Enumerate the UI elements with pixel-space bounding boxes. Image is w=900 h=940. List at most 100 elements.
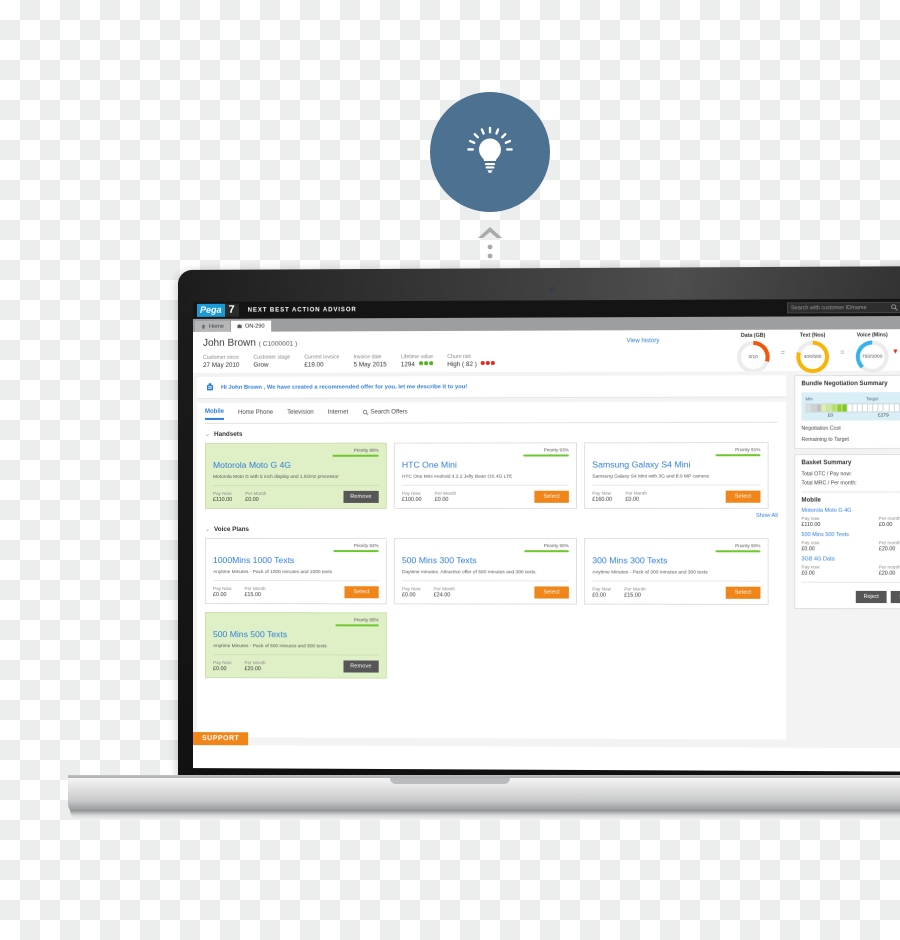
priority-indicator: Priority 96% (332, 447, 379, 457)
total-mrc-label: Total MRC / Per month: (801, 480, 857, 487)
voice-plan-cards-overflow: Priority 85% 500 Mins 500 Texts Anytime … (205, 612, 778, 680)
tab-home-phone[interactable]: Home Phone (238, 410, 273, 419)
basket-item[interactable]: 500 Mins 500 Texts Pay now £0.00 Per mon… (801, 532, 900, 552)
offer-tabs: Mobile Home Phone Television Internet Se… (205, 407, 778, 424)
priority-bar (715, 453, 761, 456)
price-label: Per month (878, 515, 900, 521)
webcam-icon (548, 286, 556, 294)
offer-title: 500 Mins 500 Texts (213, 629, 288, 640)
basket-group-title: Mobile (801, 497, 821, 504)
gauge-label: Text (Nos) (799, 332, 826, 339)
price-value: £20.00 (878, 570, 896, 577)
support-tab[interactable]: SUPPORT (192, 732, 249, 746)
fact-value: £19.00 (304, 361, 324, 369)
tab-mobile[interactable]: Mobile (205, 408, 225, 420)
chrome-tab-label: ON-290 (244, 323, 265, 330)
select-button[interactable]: Select (725, 490, 761, 503)
scale-ticks (805, 403, 900, 413)
fact-invoice-date: Invoice date 5 May 2015 (353, 354, 386, 368)
save-button[interactable]: Save (891, 590, 900, 604)
section-title: Handsets (214, 430, 243, 438)
select-button[interactable]: Select (344, 586, 379, 599)
fact-label: Invoice date (353, 354, 382, 361)
offer-description: Samsung Galaxy S4 Mini with 3G and 8.0 M… (592, 474, 761, 486)
basket-item[interactable]: 3GB 4G Data Pay now £0.00 Per month £20.… (801, 556, 900, 576)
price-value: £110.00 (213, 496, 233, 503)
offer-card[interactable]: Priority 96% Motorola Moto G 4G Motorola… (205, 442, 387, 509)
show-all-link[interactable]: Show All (205, 513, 778, 519)
reject-button[interactable]: Reject (855, 590, 887, 604)
basket-item-prices: Pay now £0.00 Per month £20.00 (801, 564, 900, 576)
chrome-tab-case[interactable]: ON-290 (230, 320, 271, 332)
pay-now-price: Pay Now £0.00 (592, 587, 611, 599)
fact-value-text: 1294 (400, 361, 415, 369)
select-button[interactable]: Select (534, 490, 569, 503)
search-input[interactable]: Search with customer ID/name (786, 301, 900, 314)
customer-id: ( C1000001 ) (258, 340, 298, 348)
priority-indicator: Priority 90% (715, 543, 761, 552)
offer-title: 300 Mins 300 Texts (592, 555, 668, 566)
offer-card[interactable]: Priority 92% 1000Mins 1000 Texts Anytime… (205, 538, 387, 605)
pay-now-price: Pay Now £0.00 (213, 586, 231, 598)
assistant-icon (206, 382, 213, 391)
scale-min-value: £0 (827, 413, 834, 419)
lightbulb-badge (430, 92, 550, 212)
priority-indicator: Priority 85% (335, 617, 379, 626)
select-button[interactable]: Select (725, 586, 761, 599)
remove-button[interactable]: Remove (343, 660, 379, 673)
logo-version: 7 (224, 303, 239, 317)
logo-text: Pega (196, 303, 225, 317)
laptop-lid: Pega 7 NEXT BEST ACTION ADVISOR Search w… (178, 265, 900, 785)
tab-internet[interactable]: Internet (328, 410, 348, 419)
basket-item-prices: Pay now £0.00 Per month £20.00 (801, 540, 900, 552)
basket-item-name[interactable]: 500 Mins 500 Texts (801, 532, 900, 538)
priority-indicator: Priority 92% (333, 543, 379, 552)
offer-card[interactable]: Priority 91% Samsung Galaxy S4 Mini Sams… (584, 442, 769, 509)
basket-item-name[interactable]: 3GB 4G Data (801, 556, 900, 562)
pay-now-price: Pay Now £0.00 (402, 586, 421, 598)
gauge-label: Data (GB) (740, 332, 766, 339)
tab-television[interactable]: Television (287, 410, 313, 419)
offer-card[interactable]: Priority 90% 500 Mins 300 Texts Daytime … (393, 538, 577, 605)
gauge-value: 3/10 (748, 354, 758, 360)
offer-prices: Pay Now £160.00 Per Month £0.00 Select (592, 490, 761, 503)
gauge-data: Data (GB) 3/10 (730, 333, 777, 374)
priority-label: Priority 96% (353, 447, 379, 453)
price-value: £0.00 (878, 521, 893, 529)
select-button[interactable]: Select (534, 586, 569, 599)
laptop-mockup: Pega 7 NEXT BEST ACTION ADVISOR Search w… (60, 265, 900, 830)
chrome-tab-home[interactable]: Home (194, 320, 230, 332)
price-value: £100.00 (401, 496, 422, 503)
offer-card[interactable]: Priority 90% 300 Mins 300 Texts Anytime … (584, 538, 769, 605)
bundle-negotiation-panel: Bundle Negotiation Summary Min Target Ma (794, 374, 900, 450)
remove-button[interactable]: Remove (343, 490, 379, 503)
price-label: Pay Now (401, 490, 421, 496)
section-header-handsets[interactable]: ⌄ Handsets (205, 430, 778, 438)
offer-card[interactable]: Priority 93% HTC One Mini HTC One Mini A… (393, 442, 577, 509)
per-month-price: Per Month £15.00 (244, 586, 265, 598)
price-value: £0.00 (245, 496, 259, 503)
offer-card[interactable]: Priority 85% 500 Mins 500 Texts Anytime … (205, 612, 387, 679)
gauge-ring: 750/2000 (855, 340, 889, 373)
gauge-value: 400/500 (803, 354, 822, 360)
tab-search-offers[interactable]: Search Offers (362, 409, 408, 418)
view-history-link[interactable]: View history (627, 338, 660, 344)
gauge-label: Voice (Mins) (856, 332, 888, 339)
price-label: Pay Now (213, 660, 232, 666)
section-header-voice-plans[interactable]: ⌄ Voice Plans (205, 526, 778, 533)
price-label: Per Month (434, 490, 457, 496)
priority-bar (335, 623, 379, 626)
fact-churn-risk: Churn risk High ( 82 ) (447, 354, 495, 368)
priority-label: Priority 85% (353, 617, 379, 623)
offer-title: Motorola Moto G 4G (213, 459, 292, 470)
basket-item[interactable]: Motorola Moto G 4G Pay now £110.00 Per m… (801, 508, 900, 528)
laptop-base-foot (70, 810, 900, 820)
scale-labels: Min Target Ma (806, 396, 900, 401)
lifetime-value-dots (418, 361, 433, 366)
basket-item-name[interactable]: Motorola Moto G 4G (801, 508, 900, 514)
per-month-price: Per month £20.00 (879, 540, 900, 552)
pay-now-price: Pay Now £100.00 (402, 491, 422, 503)
offer-description: Daytime minutes. Attractive offer of 500… (401, 570, 569, 582)
offers-panel: Mobile Home Phone Television Internet Se… (196, 401, 787, 740)
price-label: Pay Now (592, 586, 611, 592)
